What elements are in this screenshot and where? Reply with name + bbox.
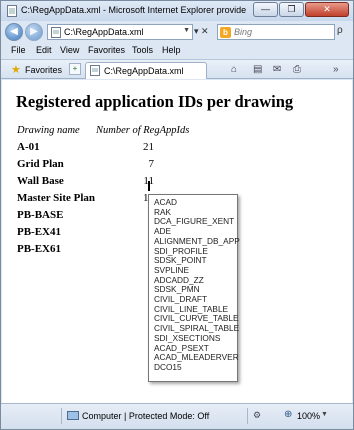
drawing-name: A-01 [17,141,40,153]
page-icon [7,5,17,17]
drawing-name: PB-BASE [17,209,64,221]
search-placeholder: Bing [234,27,253,37]
security-icon[interactable]: ⚙ [253,410,261,421]
refresh-stop-icons[interactable]: ▾ ✕ [194,26,209,37]
column-header-count: Number of RegAppIds [96,125,190,136]
status-bar: Computer | Protected Mode: Off ⚙ ⊕ 100% … [1,403,353,429]
back-button[interactable]: ◀ [5,23,23,41]
regapp-count: 7 [148,158,155,170]
menu-help[interactable]: Help [162,45,181,55]
chevron-down-icon[interactable]: ▼ [321,411,328,418]
page-content: Registered application IDs per drawing D… [2,80,352,403]
print-icon[interactable]: ⎙ [293,64,301,75]
tab-title: C:\RegAppData.xml [104,66,184,76]
minimize-button[interactable]: — [253,2,278,17]
page-icon [51,27,61,38]
zoom-icon[interactable]: ⊕ [284,409,292,420]
page-icon [90,65,100,76]
close-button[interactable]: ✕ [305,2,349,17]
status-text: Computer | Protected Mode: Off [82,411,210,421]
page-title: Registered application IDs per drawing [16,92,294,111]
favorites-bar: ★ Favorites + C:\RegAppData.xml ⌂ ▤ ✉ ⎙ … [1,59,353,79]
drawing-name: PB-EX41 [17,226,61,238]
tab-current[interactable]: C:\RegAppData.xml [85,62,207,79]
address-row: ◀ ▶ C:\RegAppData.xml ▼ ▾ ✕ b Bing ρ [1,21,353,43]
regapp-tooltip: ACAD RAK DCA_FIGURE_XENT ADE ALIGNMENT_D… [148,194,240,382]
address-field[interactable]: C:\RegAppData.xml ▼ [47,24,193,40]
status-divider [61,408,62,424]
add-favorite-icon[interactable]: + [69,63,81,75]
star-icon[interactable]: ★ [11,63,21,76]
search-icon[interactable]: ρ [337,25,343,36]
title-bar: C:\RegAppData.xml - Microsoft Internet E… [1,1,353,21]
bing-icon: b [220,27,231,38]
chevron-down-icon[interactable]: ▼ [183,27,190,34]
menu-edit[interactable]: Edit [36,45,52,55]
regapp-count: 11 [130,175,154,187]
feeds-icon[interactable]: ▤ [253,64,262,75]
menu-favorites[interactable]: Favorites [88,45,125,55]
zoom-level[interactable]: 100% [297,411,320,421]
menu-file[interactable]: File [11,45,26,55]
computer-icon [67,411,79,420]
home-icon[interactable]: ⌂ [231,64,237,75]
window-title: C:\RegAppData.xml - Microsoft Internet E… [21,5,246,15]
menu-bar: File Edit View Favorites Tools Help [1,43,353,58]
search-input[interactable]: b Bing [217,24,335,40]
drawing-name: PB-EX61 [17,243,61,255]
browser-window: C:\RegAppData.xml - Microsoft Internet E… [0,0,354,430]
drawing-name: Wall Base [17,175,64,187]
regapp-count: 21 [143,141,154,153]
maximize-button[interactable]: ❐ [279,2,304,17]
favorites-button[interactable]: Favorites [25,65,62,75]
menu-tools[interactable]: Tools [132,45,153,55]
text-cursor-icon [148,181,150,191]
mail-icon[interactable]: ✉ [273,64,281,75]
status-divider [247,408,248,424]
tooltip-item: DCO15 [154,361,182,372]
menu-view[interactable]: View [60,45,79,55]
drawing-name: Master Site Plan [17,192,96,204]
address-url: C:\RegAppData.xml [64,27,144,37]
more-commands-icon[interactable]: » [333,64,339,75]
forward-button[interactable]: ▶ [25,23,43,41]
drawing-name: Grid Plan [17,158,64,170]
column-header-drawing: Drawing name [17,125,80,136]
